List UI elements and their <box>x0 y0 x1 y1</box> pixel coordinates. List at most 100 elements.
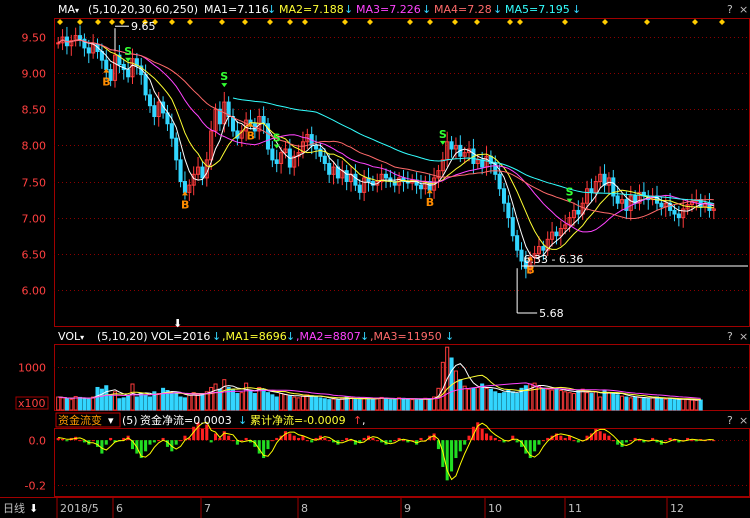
candle-body <box>383 173 389 179</box>
volume-bar <box>515 393 520 411</box>
period-arrow-icon[interactable]: ⬇ <box>29 502 38 515</box>
volume-bar <box>322 398 327 411</box>
flow-bar <box>485 433 489 441</box>
price-tick-label: 8.00 <box>22 140 47 153</box>
flow-bar <box>270 440 274 442</box>
ma2-arrow: ↓ <box>344 3 353 16</box>
ma5-arrow: ↓ <box>572 3 581 16</box>
flow-bar <box>668 437 672 441</box>
candle-body <box>104 59 109 71</box>
volume-bar <box>174 392 179 411</box>
candle-body <box>676 213 681 219</box>
flow-bar <box>231 440 235 442</box>
flow-bar <box>144 440 148 452</box>
candle-body <box>200 166 205 179</box>
candle-body <box>501 188 507 204</box>
flow-params: (5) <box>122 414 138 427</box>
sell-signal: S <box>566 186 574 199</box>
flow-tick-label: -0.2 <box>25 480 46 493</box>
volume-bar <box>314 396 319 411</box>
buy-signal: B <box>247 130 255 143</box>
candle-body <box>497 173 502 190</box>
volume-bar <box>405 398 410 411</box>
flow-bar <box>349 440 353 442</box>
sell-signal: S <box>273 131 281 144</box>
volume-bar <box>388 399 393 411</box>
flow-bar <box>275 437 279 441</box>
flow-bar <box>174 440 178 445</box>
volume-bar <box>370 398 375 411</box>
flow-bar <box>91 440 95 442</box>
sell-signal: S <box>439 128 447 141</box>
high-price-label: 9.65 <box>131 20 156 33</box>
price-tick-label: 7.50 <box>22 177 47 190</box>
date-label: 7 <box>204 502 211 515</box>
flow-bar <box>541 440 545 442</box>
candle-body <box>126 69 131 78</box>
volume-bar <box>335 399 340 411</box>
volume-bar <box>270 394 275 411</box>
candle-body <box>510 217 515 237</box>
flow-net: 资金净流=0.0003 <box>140 413 232 427</box>
vol-ma1: ,MA1=8696 <box>222 330 287 343</box>
candle-body <box>314 144 319 150</box>
stock-chart[interactable]: 9.50 9.00 8.50 8.00 7.50 7.00 6.50 6.00 1000 x100… <box>0 0 750 518</box>
volume-bar <box>248 390 253 411</box>
flow-bar <box>209 440 213 443</box>
candle-body <box>86 47 91 54</box>
candle-body <box>353 173 358 186</box>
ma4-value: MA4=7.28 <box>434 3 492 16</box>
volume-bar <box>654 396 660 411</box>
volume-bar <box>169 393 174 411</box>
volume-bar <box>182 397 187 411</box>
flow-bar <box>305 440 309 442</box>
period-label[interactable]: 日线 <box>3 501 25 515</box>
volume-bar <box>147 396 153 411</box>
price-tick-label: 9.00 <box>22 68 47 81</box>
flow-bar <box>493 437 497 441</box>
flow-bar <box>533 440 537 452</box>
flow-bar <box>56 437 60 441</box>
vol-close-icon[interactable]: × <box>739 330 748 343</box>
volume-bar <box>427 398 432 411</box>
volume-bar <box>541 387 546 411</box>
volume-bar <box>139 393 144 411</box>
vol-help-icon[interactable]: ? <box>727 330 733 343</box>
volume-bar <box>554 387 559 411</box>
volume-bar <box>668 398 673 411</box>
volume-bar <box>698 399 703 411</box>
price-tick-label: 9.50 <box>22 32 47 45</box>
volume-bar <box>235 393 240 411</box>
vol-ma3-arrow: ↓ <box>445 330 454 343</box>
volume-bar <box>357 399 362 411</box>
flow-label[interactable]: 资金流变 <box>58 413 102 427</box>
date-label: 2018/5 <box>60 502 99 515</box>
ma-params: (5,10,20,30,60,250) <box>88 3 198 16</box>
flow-bar <box>629 440 633 442</box>
date-label: 9 <box>404 502 411 515</box>
flow-close-icon[interactable]: × <box>739 414 748 427</box>
flow-dropdown-icon[interactable]: ▾ <box>108 414 114 427</box>
flow-bar <box>393 440 397 442</box>
range-label: 6.33 - 6.36 <box>523 253 583 266</box>
flow-help-icon[interactable]: ? <box>727 414 733 427</box>
flow-bar <box>572 440 576 442</box>
low-price-label: 5.68 <box>539 307 564 320</box>
flow-bar <box>283 431 287 441</box>
volume-bar <box>353 398 358 411</box>
flow-bar <box>419 437 423 441</box>
volume-bar <box>672 399 677 411</box>
flow-comma: , <box>362 414 366 427</box>
ma1-arrow: ↓ <box>267 3 276 16</box>
flow-bar <box>537 440 541 445</box>
volume-bar <box>659 397 664 411</box>
flow-bar <box>694 440 698 442</box>
volume-bar <box>230 389 236 411</box>
period-selector[interactable]: 日线 ⬇ <box>3 501 38 515</box>
close-icon[interactable]: × <box>739 3 748 16</box>
volume-bar <box>641 397 646 411</box>
candle-body <box>143 74 148 96</box>
candle-body <box>480 159 485 168</box>
flow-bar <box>345 437 349 441</box>
help-icon[interactable]: ? <box>727 3 733 16</box>
